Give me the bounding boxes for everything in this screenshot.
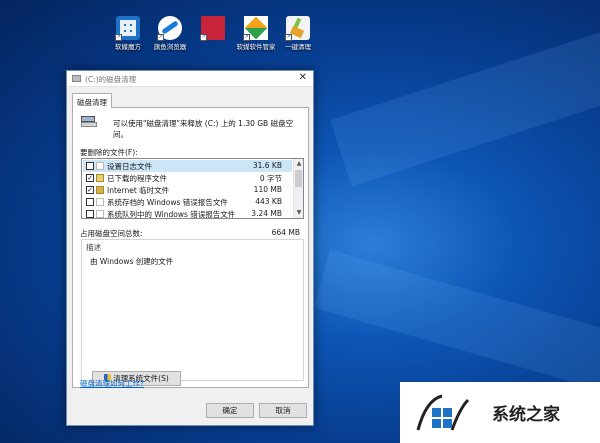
files-list[interactable]: 设置日志文件 31.6 KB ✓ 已下载的程序文件 0 字节 ✓ Interne… [81, 158, 304, 219]
desktop-icon-label: 一键清理 [285, 43, 311, 51]
tab-panel: 可以使用"磁盘清理"来释放 (C:) 上的 1.30 GB 磁盘空间。 要删除的… [72, 107, 309, 388]
list-item[interactable]: 设置日志文件 31.6 KB [83, 160, 292, 172]
file-size: 0 字节 [259, 174, 282, 183]
list-item[interactable]: ✓ Internet 临时文件 110 MB [83, 184, 292, 196]
desktop-icon-browser[interactable]: ↗ 旗鱼浏览器 [150, 16, 190, 51]
list-item[interactable]: 系统队列中的 Windows 错误报告文件 3.24 MB [83, 208, 292, 219]
broom-icon: ↗ [285, 16, 310, 41]
file-name: 已下载的程序文件 [107, 174, 167, 183]
file-size: 31.6 KB [252, 161, 282, 170]
swordfish-browser-icon: ↗ [157, 16, 182, 41]
cancel-button[interactable]: 取消 [259, 403, 307, 418]
title-bar[interactable]: (C:)的磁盘清理 ✕ [67, 71, 313, 87]
site-logo-icon [416, 394, 470, 431]
desktop-icon-software-manager[interactable]: ↗ 软媒软件管家 [236, 16, 276, 51]
drive-icon [81, 116, 97, 128]
blank-file-icon [96, 162, 104, 170]
description-text: 由 Windows 创建的文件 [90, 257, 174, 266]
scroll-up-icon[interactable]: ▲ [294, 159, 303, 169]
ok-button[interactable]: 确定 [206, 403, 254, 418]
lock-icon [96, 186, 104, 194]
wallpaper-beam [313, 250, 600, 396]
checkbox[interactable] [86, 210, 94, 218]
desktop-icon-one-click-clean[interactable]: ↗ 一键清理 [278, 16, 318, 51]
desktop-icon-label: 软媒软件管家 [236, 43, 276, 51]
window-title: (C:)的磁盘清理 [85, 75, 137, 84]
file-size: 3.24 MB [251, 209, 282, 218]
list-item[interactable]: 系统存档的 Windows 错误报告文件 443 KB [83, 196, 292, 208]
total-space-value: 664 MB [271, 228, 300, 237]
checkbox[interactable] [86, 162, 94, 170]
list-item[interactable]: ✓ 已下载的程序文件 0 字节 [83, 172, 292, 184]
checkbox[interactable]: ✓ [86, 174, 94, 182]
wallpaper-beam [330, 21, 600, 187]
desktop-icon-label: 软媒魔方 [115, 43, 141, 51]
tab-disk-cleanup[interactable]: 磁盘清理 [72, 93, 112, 108]
checkbox[interactable]: ✓ [86, 186, 94, 194]
description-group: 描述 由 Windows 创建的文件 [81, 239, 304, 381]
desktop-icon-red-app[interactable]: ↗ [193, 16, 233, 43]
scroll-down-icon[interactable]: ▼ [294, 208, 303, 218]
watermark: 系统之家 [400, 382, 600, 443]
blank-file-icon [96, 210, 104, 218]
disk-cleanup-icon [72, 75, 81, 82]
watermark-text: 系统之家 [492, 405, 560, 425]
help-link[interactable]: 磁盘清理如何工作? [80, 378, 144, 389]
scrollbar-thumb[interactable] [295, 170, 302, 187]
rubik-cube-icon: ↗ [115, 16, 140, 41]
file-size: 110 MB [253, 185, 282, 194]
file-name: Internet 临时文件 [107, 186, 170, 195]
file-size: 443 KB [255, 197, 282, 206]
file-name: 设置日志文件 [107, 162, 152, 171]
description-label: 描述 [86, 243, 101, 252]
file-name: 系统队列中的 Windows 错误报告文件 [107, 210, 236, 219]
desktop-icon-rubik[interactable]: ↗ 软媒魔方 [108, 16, 148, 51]
blank-file-icon [96, 198, 104, 206]
header-text: 可以使用"磁盘清理"来释放 (C:) 上的 1.30 GB 磁盘空间。 [113, 119, 294, 139]
software-manager-icon: ↗ [243, 16, 268, 41]
desktop-icon-label: 旗鱼浏览器 [153, 43, 187, 51]
checkbox[interactable] [86, 198, 94, 206]
total-space-label: 占用磁盘空间总数: [80, 229, 143, 238]
files-to-delete-label: 要删除的文件(F): [80, 148, 138, 157]
disk-cleanup-dialog: (C:)的磁盘清理 ✕ 磁盘清理 可以使用"磁盘清理"来释放 (C:) 上的 1… [66, 70, 314, 426]
file-name: 系统存档的 Windows 错误报告文件 [107, 198, 228, 207]
red-app-icon: ↗ [200, 16, 225, 41]
folder-icon [96, 174, 104, 182]
vertical-scrollbar[interactable]: ▲ ▼ [293, 159, 303, 218]
close-icon[interactable]: ✕ [299, 72, 307, 83]
